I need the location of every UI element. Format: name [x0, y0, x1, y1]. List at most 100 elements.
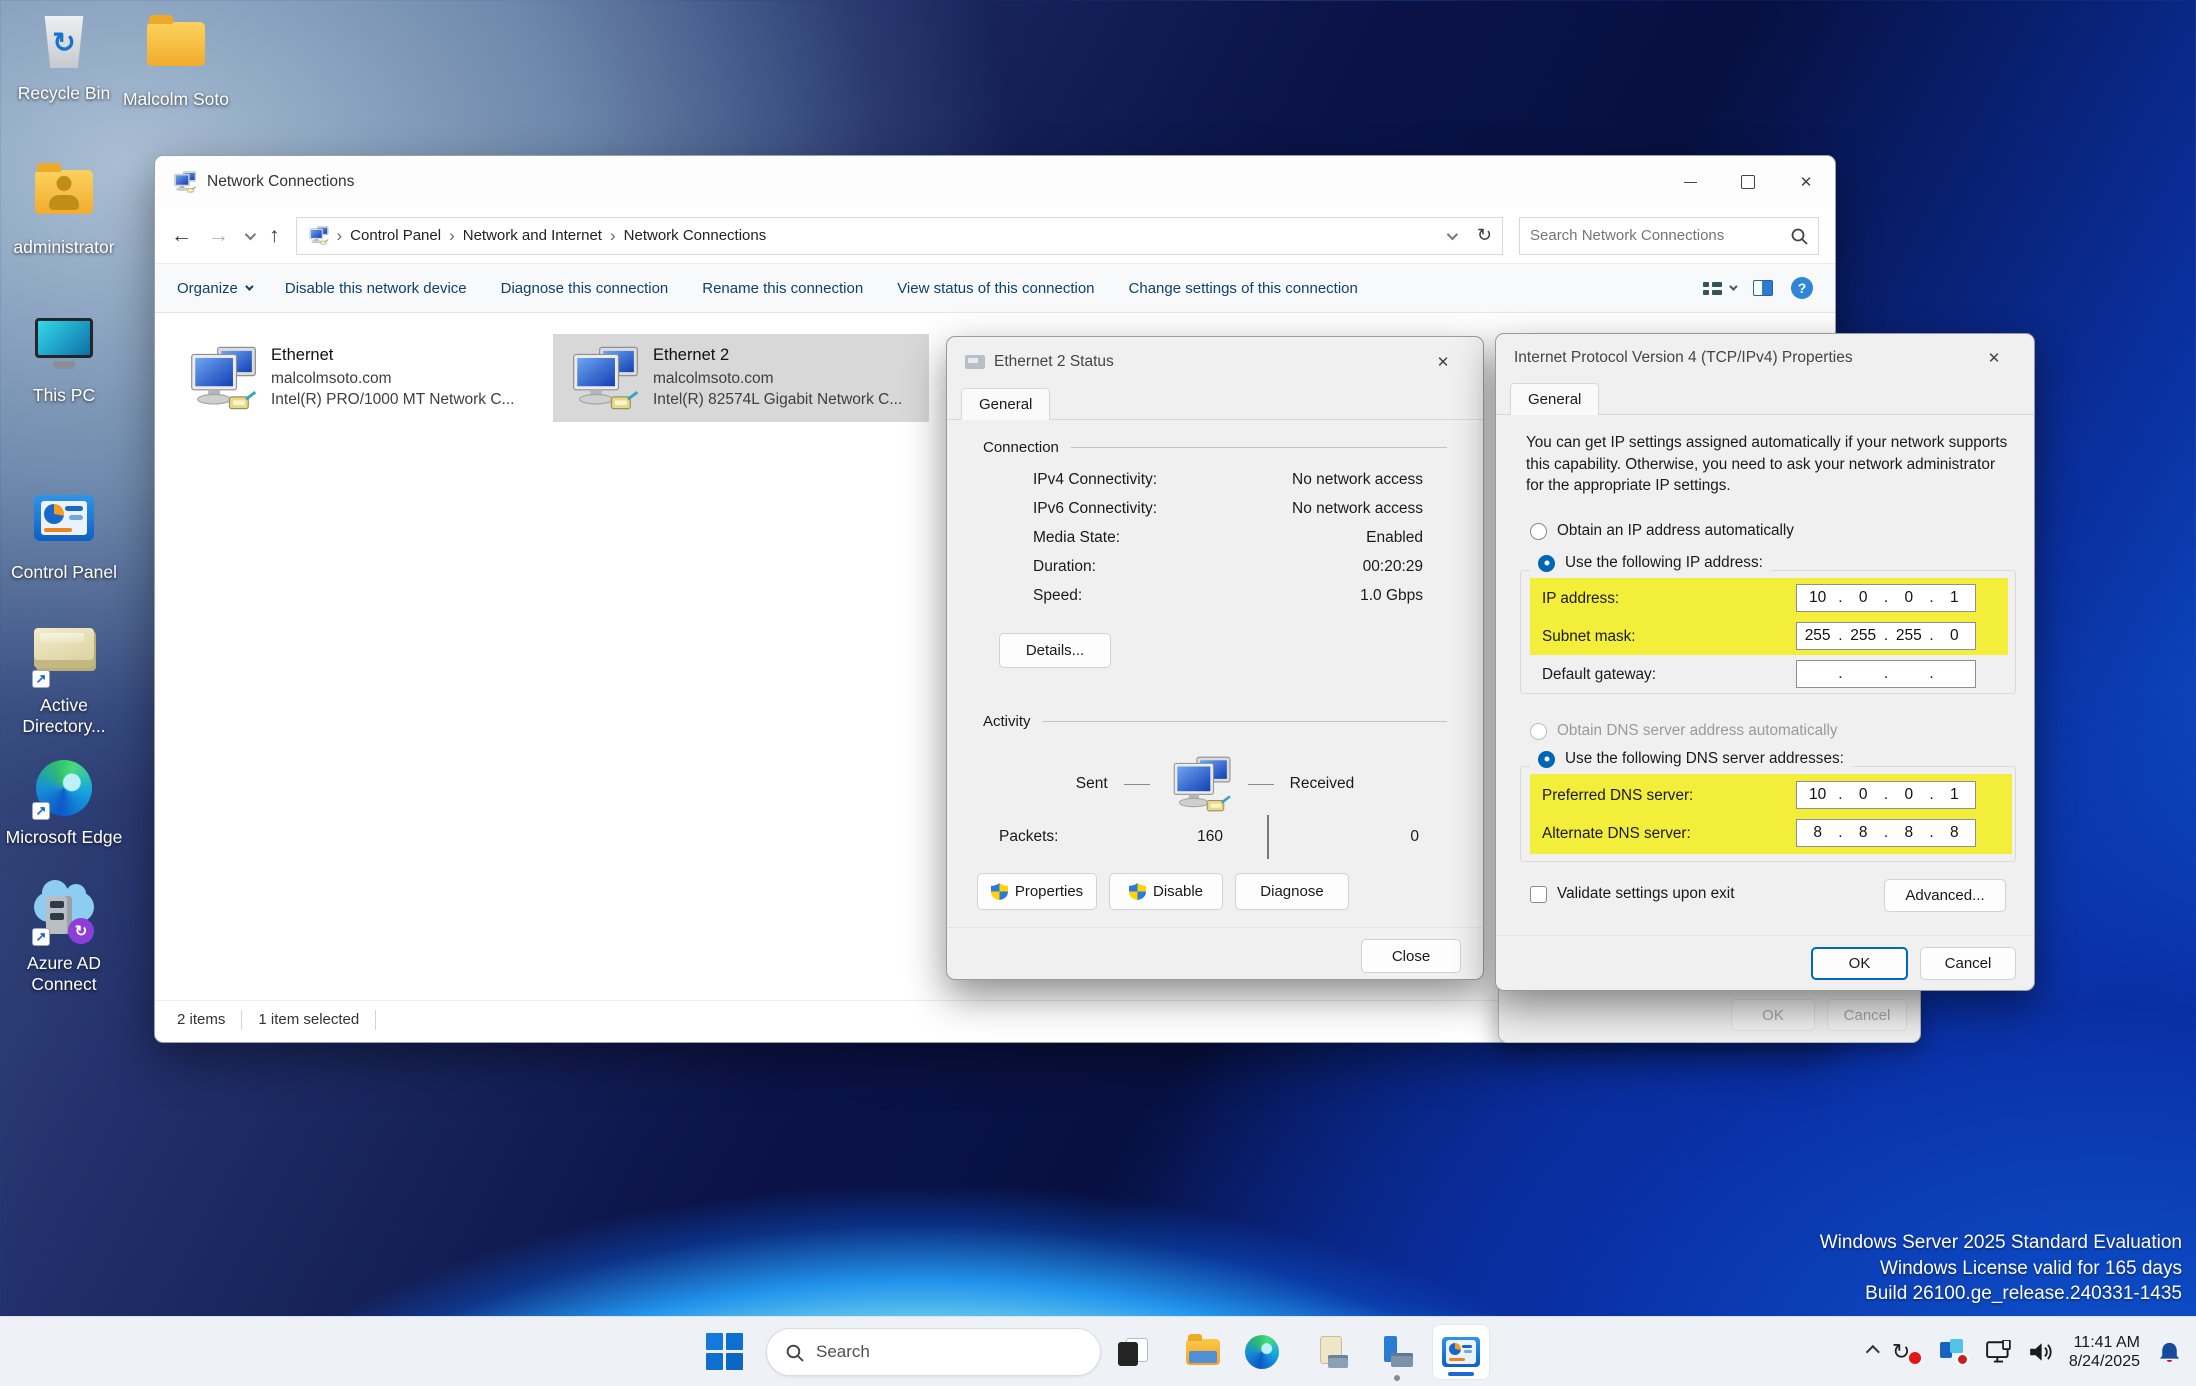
up-icon[interactable]: ↑ — [269, 224, 280, 248]
ip-address-field[interactable]: 10 0 0 1 — [1796, 584, 1976, 612]
tray-overflow-chevron-icon[interactable] — [1866, 1345, 1880, 1359]
status-row: IPv6 Connectivity: No network access — [1033, 500, 1423, 518]
preferred-dns-field[interactable]: 10 0 0 1 — [1796, 781, 1976, 809]
radio-label: Obtain DNS server address automatically — [1557, 722, 1838, 740]
start-button[interactable] — [706, 1333, 744, 1371]
close-button[interactable] — [1777, 156, 1835, 208]
close-icon[interactable] — [1421, 353, 1465, 371]
radio-use-ip[interactable]: Use the following IP address: — [1530, 554, 1771, 572]
azure-sync-blocked-icon[interactable] — [1939, 1338, 1969, 1366]
checkbox-icon[interactable] — [1530, 886, 1547, 903]
volume-icon[interactable] — [2028, 1340, 2052, 1364]
desktop-icon-azure-ad-connect[interactable]: Azure AD Connect — [2, 886, 126, 995]
selected-count: 1 item selected — [258, 1011, 359, 1028]
close-button[interactable]: Close — [1361, 939, 1461, 973]
task-view-button[interactable] — [1111, 1332, 1155, 1372]
properties-button[interactable]: Properties — [977, 873, 1097, 910]
network-adapter-icon — [563, 345, 641, 411]
advanced-button[interactable]: Advanced... — [1884, 879, 2006, 912]
alternate-dns-field[interactable]: 8 8 8 8 — [1796, 819, 1976, 847]
radio-obtain-ip[interactable]: Obtain an IP address automatically — [1530, 522, 1794, 540]
disable-button[interactable]: Disable — [1109, 873, 1223, 910]
disable-network-device-button[interactable]: Disable this network device — [285, 280, 467, 297]
octet: 0 — [1843, 786, 1884, 804]
close-label: Close — [1392, 948, 1430, 965]
desktop-icon-administrator[interactable]: administrator — [2, 160, 126, 258]
view-status-button[interactable]: View status of this connection — [897, 280, 1094, 297]
desktop-icon-malcolm-soto[interactable]: Malcolm Soto — [114, 12, 238, 110]
notification-bell-icon[interactable] — [2157, 1341, 2182, 1364]
refresh-icon[interactable]: ↻ — [1477, 225, 1492, 246]
address-bar[interactable]: Control Panel Network and Internet Netwo… — [296, 217, 1504, 255]
sync-status-icon[interactable] — [1892, 1339, 1922, 1365]
network-tray-icon[interactable] — [1986, 1340, 2011, 1365]
recent-locations-icon[interactable] — [245, 228, 256, 239]
validate-settings-row[interactable]: Validate settings upon exit — [1530, 885, 1734, 903]
divider — [241, 1010, 242, 1030]
rename-connection-button[interactable]: Rename this connection — [702, 280, 863, 297]
dialog-titlebar[interactable]: Internet Protocol Version 4 (TCP/IPv4) P… — [1496, 334, 2034, 382]
desktop-icon-active-directory[interactable]: Active Directory... — [2, 620, 126, 737]
radio-icon[interactable] — [1530, 523, 1547, 540]
connection-item-ethernet[interactable]: Ethernet malcolmsoto.com Intel(R) PRO/10… — [171, 334, 543, 422]
address-dropdown-icon[interactable] — [1447, 228, 1458, 239]
organize-menu[interactable]: Organize — [177, 280, 251, 297]
close-icon[interactable] — [1972, 349, 2016, 367]
explorer-search-box[interactable] — [1519, 217, 1819, 255]
radio-icon-checked[interactable] — [1538, 751, 1555, 768]
cancel-button[interactable]: Cancel — [1920, 947, 2016, 980]
connection-device: Intel(R) 82574L Gigabit Network C... — [653, 389, 902, 410]
file-explorer-button[interactable] — [1181, 1332, 1225, 1372]
desktop-icon-this-pc[interactable]: This PC — [2, 312, 126, 406]
breadcrumb-network-and-internet[interactable]: Network and Internet — [463, 227, 602, 244]
window-titlebar[interactable]: Network Connections — [155, 156, 1835, 208]
change-settings-button[interactable]: Change settings of this connection — [1129, 280, 1358, 297]
octet: 8 — [1934, 824, 1975, 842]
disable-label: Disable this network device — [285, 280, 467, 297]
ethernet-2-status-dialog: Ethernet 2 Status General Connection IPv… — [946, 336, 1484, 980]
dialog-titlebar[interactable]: Ethernet 2 Status — [947, 337, 1483, 387]
windows-tools-button[interactable] — [1310, 1332, 1354, 1372]
packets-sent-value: 160 — [1109, 828, 1267, 846]
connection-name: Ethernet — [271, 346, 514, 365]
diagnose-connection-button[interactable]: Diagnose this connection — [501, 280, 669, 297]
server-manager-button[interactable] — [1375, 1332, 1419, 1372]
properties-ok-button[interactable]: OK — [1731, 999, 1815, 1031]
uac-shield-icon — [991, 883, 1008, 900]
maximize-button[interactable] — [1719, 156, 1777, 208]
forward-icon[interactable]: → — [208, 224, 229, 248]
octet: 1 — [1934, 589, 1975, 607]
clock[interactable]: 11:41 AM 8/24/2025 — [2069, 1333, 2140, 1371]
radio-obtain-dns: Obtain DNS server address automatically — [1530, 722, 1838, 740]
subnet-mask-field[interactable]: 255 255 255 0 — [1796, 622, 1976, 650]
explorer-search-input[interactable] — [1530, 227, 1790, 244]
row-label: IPv4 Connectivity: — [1033, 471, 1157, 489]
tab-general[interactable]: General — [961, 388, 1050, 420]
navigation-bar: ← → ↑ Control Panel Network and Internet… — [155, 208, 1835, 263]
radio-icon-checked[interactable] — [1538, 555, 1555, 572]
properties-cancel-button[interactable]: Cancel — [1827, 999, 1907, 1031]
back-icon[interactable]: ← — [171, 224, 192, 248]
control-panel-button-active[interactable] — [1432, 1324, 1490, 1380]
edge-button[interactable] — [1240, 1332, 1284, 1372]
desktop-icon-control-panel[interactable]: Control Panel — [2, 488, 126, 583]
default-gateway-field[interactable] — [1796, 660, 1976, 688]
connection-item-ethernet-2[interactable]: Ethernet 2 malcolmsoto.com Intel(R) 8257… — [553, 334, 929, 422]
breadcrumb-control-panel[interactable]: Control Panel — [350, 227, 441, 244]
preview-pane-icon[interactable] — [1753, 280, 1773, 296]
view-options-button[interactable] — [1703, 282, 1735, 295]
ok-button[interactable]: OK — [1811, 947, 1908, 980]
desktop-icon-microsoft-edge[interactable]: Microsoft Edge — [2, 758, 126, 848]
diagnose-button[interactable]: Diagnose — [1235, 873, 1349, 910]
details-button[interactable]: Details... — [999, 633, 1111, 668]
minimize-button[interactable] — [1661, 156, 1719, 208]
help-icon[interactable] — [1791, 277, 1813, 299]
search-icon — [1790, 227, 1808, 245]
taskbar-search[interactable] — [766, 1328, 1101, 1376]
radio-use-dns[interactable]: Use the following DNS server addresses: — [1530, 750, 1852, 768]
tab-general[interactable]: General — [1510, 383, 1599, 415]
desktop-icon-recycle-bin[interactable]: Recycle Bin — [2, 12, 126, 104]
taskbar-search-input[interactable] — [816, 1342, 1082, 1362]
breadcrumb-network-connections[interactable]: Network Connections — [624, 227, 767, 244]
folder-icon — [144, 22, 208, 82]
